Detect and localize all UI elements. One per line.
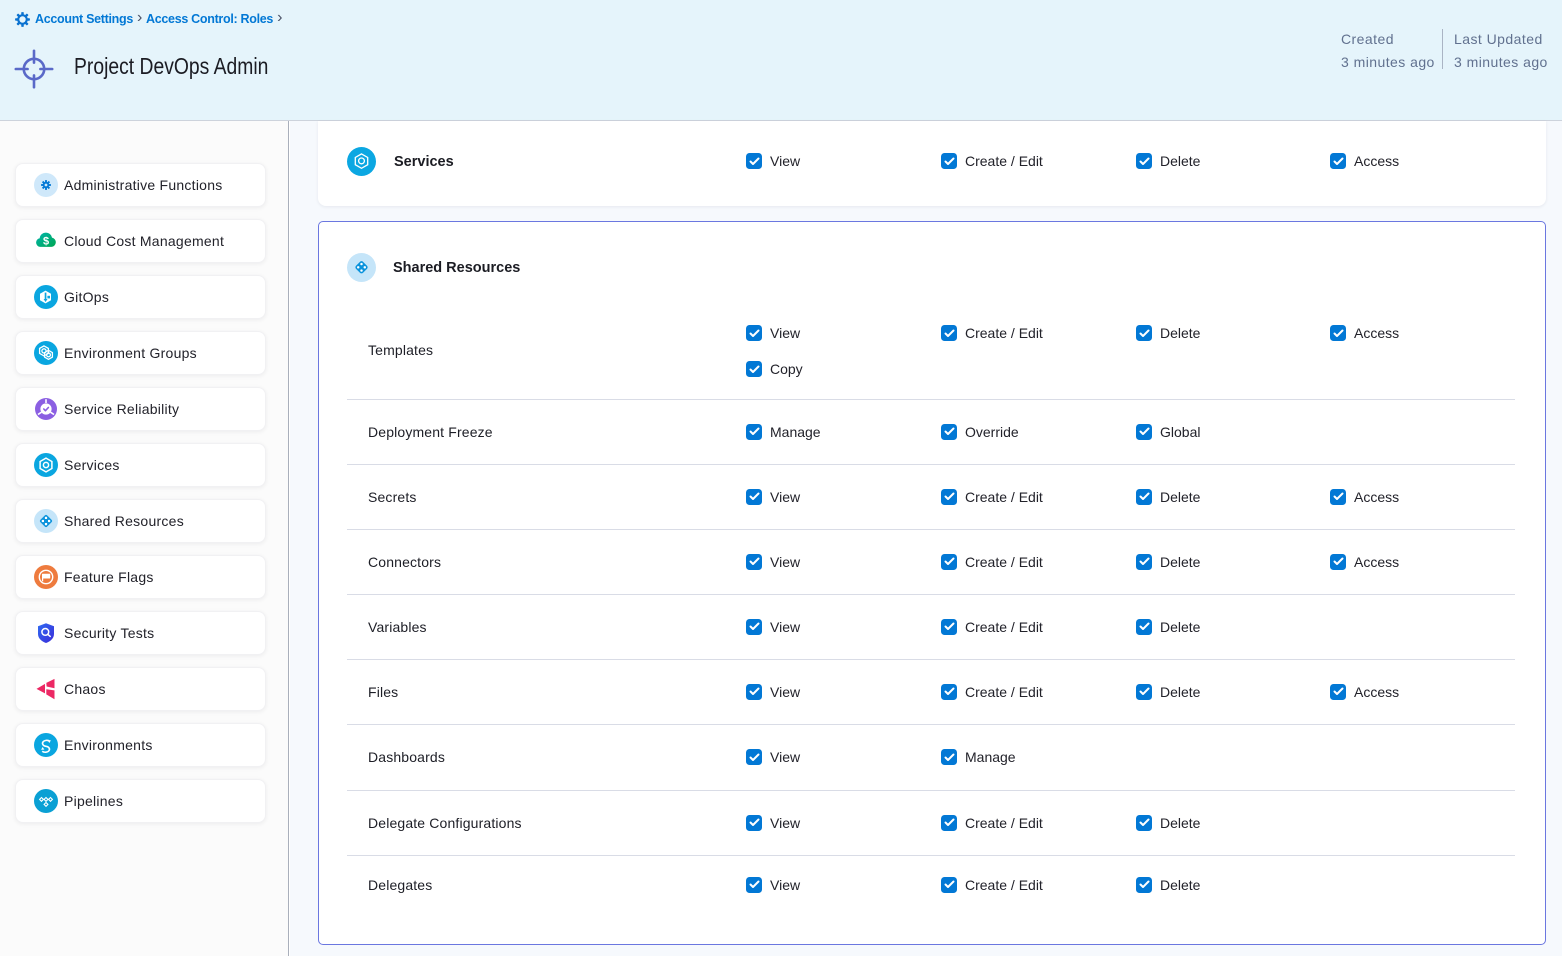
svg-text:$: $ xyxy=(43,236,49,248)
